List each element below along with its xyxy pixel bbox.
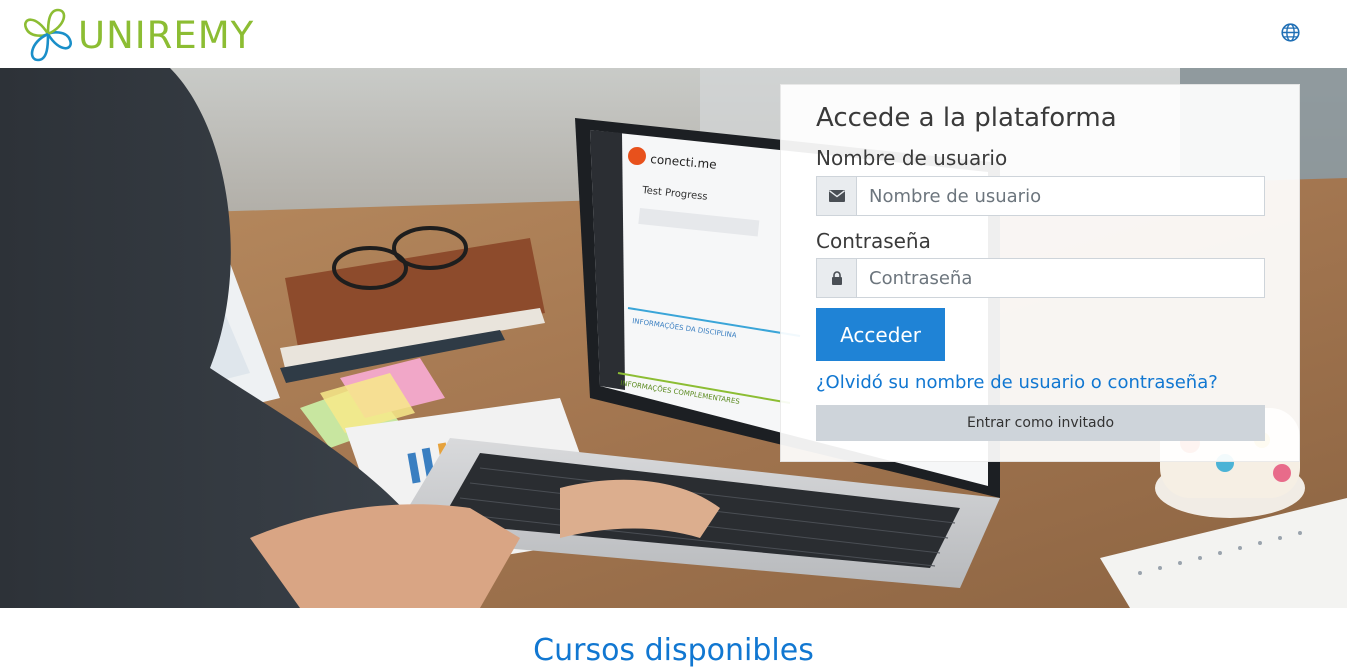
forgot-password-link[interactable]: ¿Olvidó su nombre de usuario o contraseñ… — [816, 372, 1218, 393]
login-form: Accede a la plataforma Nombre de usuario… — [780, 84, 1300, 462]
lock-icon — [817, 259, 857, 297]
login-button[interactable]: Acceder — [816, 308, 945, 361]
available-courses-heading: Cursos disponibles — [533, 633, 814, 668]
username-input[interactable] — [857, 177, 1264, 215]
guest-login-button[interactable]: Entrar como invitado — [816, 405, 1265, 441]
site-header: UNIREMY — [0, 0, 1347, 68]
envelope-icon — [817, 177, 857, 215]
login-title: Accede a la plataforma — [816, 103, 1117, 133]
password-input-group — [816, 258, 1265, 298]
username-input-group — [816, 176, 1265, 216]
password-label: Contraseña — [816, 229, 931, 253]
logo-text: UNIREMY — [78, 13, 255, 57]
site-logo[interactable]: UNIREMY — [18, 4, 254, 64]
username-label: Nombre de usuario — [816, 146, 1008, 170]
logo-mark-icon — [24, 8, 72, 62]
password-input[interactable] — [857, 259, 1264, 297]
globe-icon[interactable] — [1280, 22, 1301, 43]
hero-banner: conecti.me Test Progress INFORMAÇÕES DA … — [0, 68, 1347, 608]
